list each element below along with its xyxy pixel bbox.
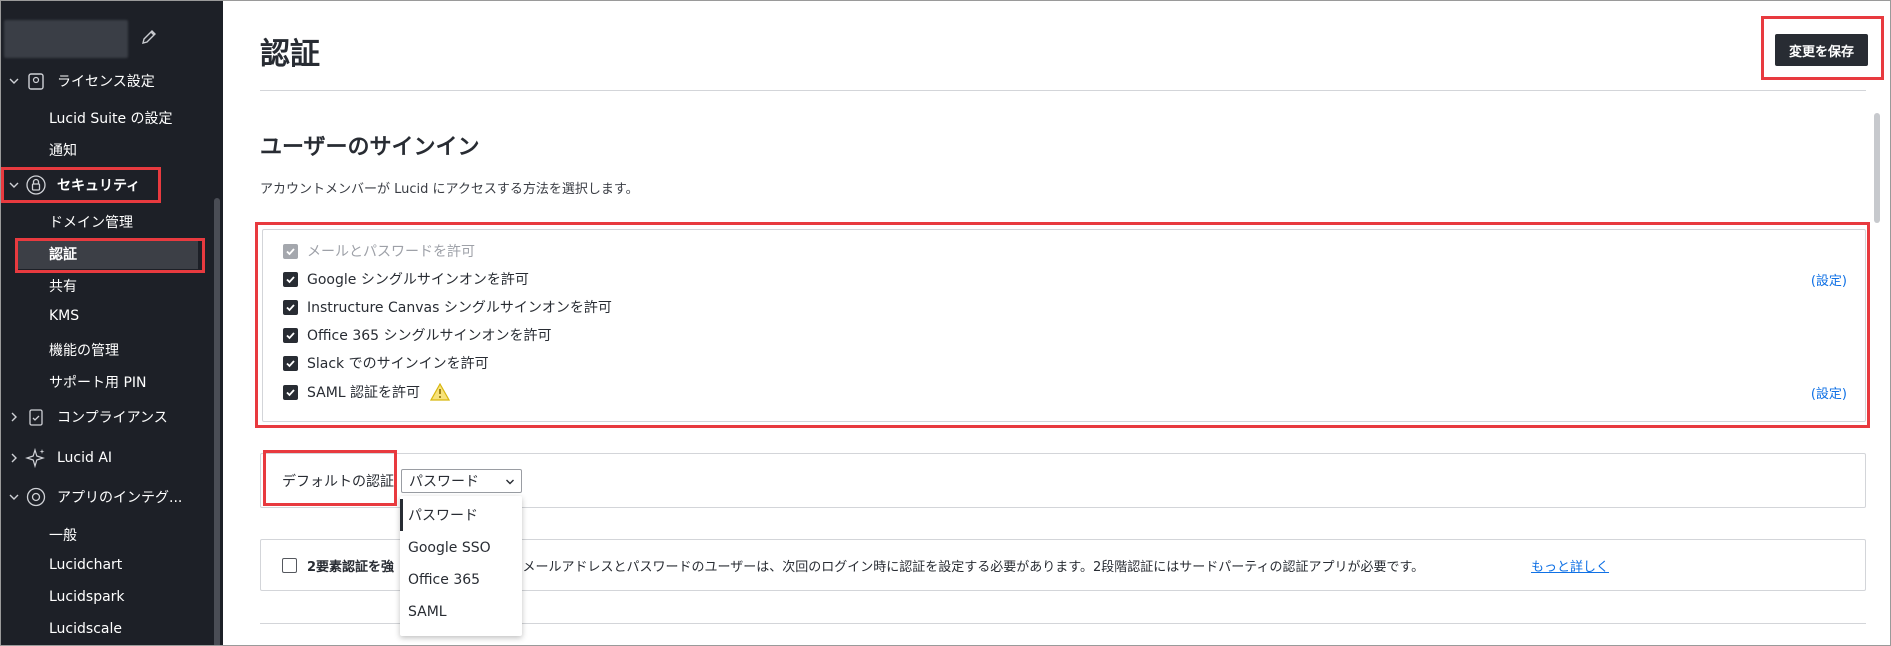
chevron-down-icon (9, 494, 19, 500)
sidebar-item-lucidscale[interactable]: Lucidscale (49, 621, 122, 637)
option-email-password: メールとパスワードを許可 (283, 240, 475, 262)
default-auth-label: デフォルトの認証 (282, 474, 394, 490)
sidebar-section-app-integrations[interactable]: アプリのインテグ... (1, 483, 223, 511)
dropdown-option-password[interactable]: パスワード (400, 499, 522, 531)
two-factor-checkbox[interactable] (282, 558, 297, 573)
sidebar-item-lucid-suite-settings[interactable]: Lucid Suite の設定 (49, 108, 173, 128)
checkbox-checked[interactable] (283, 327, 298, 343)
checkbox-checked[interactable] (283, 271, 298, 287)
dropdown-option-google-sso[interactable]: Google SSO (400, 532, 522, 564)
pencil-edit-icon[interactable] (139, 27, 159, 47)
chevron-down-icon (9, 182, 19, 188)
checkbox-checked[interactable] (283, 384, 298, 400)
sparkle-icon (25, 447, 45, 469)
dropdown-option-office365[interactable]: Office 365 (400, 564, 522, 596)
sidebar-section-security[interactable]: セキュリティ (1, 171, 223, 199)
sidebar-item-support-pin[interactable]: サポート用 PIN (49, 372, 147, 392)
section-title: ユーザーのサインイン (260, 135, 480, 160)
sidebar-section-label: セキュリティ (57, 178, 141, 194)
two-factor-description: すると、メールアドレスとパスワードのユーザーは、次回のログイン時に認証を設定する… (471, 560, 1425, 575)
select-value: パスワード (409, 474, 479, 490)
checkbox-checked[interactable] (283, 299, 298, 315)
saml-settings-link[interactable]: (設定) (1811, 383, 1847, 402)
option-label: Instructure Canvas シングルサインオンを許可 (307, 300, 612, 316)
option-label: Slack でのサインインを許可 (307, 356, 489, 372)
option-google-sso[interactable]: Google シングルサインオンを許可 (283, 268, 529, 290)
admin-sidebar: ライセンス設定 Lucid Suite の設定 通知 セキュリティ ドメイン管理… (1, 1, 223, 645)
sidebar-section-lucid-ai[interactable]: Lucid AI (1, 444, 223, 472)
sidebar-item-lucidchart[interactable]: Lucidchart (49, 557, 122, 573)
chevron-right-icon (11, 453, 17, 463)
chevron-right-icon (11, 412, 17, 422)
option-office365-sso[interactable]: Office 365 シングルサインオンを許可 (283, 324, 552, 346)
dropdown-option-saml[interactable]: SAML (400, 596, 522, 628)
sidebar-section-label: アプリのインテグ... (57, 490, 183, 506)
integration-icon (26, 487, 46, 507)
divider (260, 90, 1866, 91)
clipboard-check-icon (29, 409, 43, 426)
two-factor-label: 2要素認証を強 (307, 560, 395, 575)
section-description: アカウントメンバーが Lucid にアクセスする方法を選択します。 (260, 182, 639, 197)
license-icon (28, 73, 44, 90)
sidebar-item-feature-management[interactable]: 機能の管理 (49, 340, 119, 360)
main-content: 認証 変更を保存 ユーザーのサインイン アカウントメンバーが Lucid にアク… (223, 1, 1890, 645)
sidebar-active-highlight (18, 241, 198, 269)
account-name-blurred[interactable] (4, 20, 128, 58)
learn-more-link[interactable]: もっと詳しく (1531, 556, 1609, 575)
option-label: メールとパスワードを許可 (307, 244, 475, 260)
option-label: Google シングルサインオンを許可 (307, 272, 529, 288)
checkbox-checked[interactable] (283, 355, 298, 371)
option-label: Office 365 シングルサインオンを許可 (307, 328, 552, 344)
sidebar-section-label: ライセンス設定 (57, 74, 155, 90)
sidebar-item-domain[interactable]: ドメイン管理 (49, 212, 133, 232)
chevron-down-icon (9, 78, 19, 84)
option-label: SAML 認証を許可 (307, 385, 421, 401)
sidebar-section-compliance[interactable]: コンプライアンス (1, 403, 223, 431)
sidebar-item-notifications[interactable]: 通知 (49, 140, 77, 160)
sidebar-scrollbar[interactable] (214, 198, 220, 645)
sidebar-item-kms[interactable]: KMS (49, 308, 79, 324)
sidebar-item-general[interactable]: 一般 (49, 525, 77, 545)
sidebar-section-license[interactable]: ライセンス設定 (1, 67, 223, 95)
signin-options-panel: メールとパスワードを許可 Google シングルサインオンを許可 (設定) In… (262, 229, 1866, 422)
sidebar-item-authentication[interactable]: 認証 (49, 244, 77, 264)
sidebar-item-sharing[interactable]: 共有 (49, 276, 77, 296)
option-canvas-sso[interactable]: Instructure Canvas シングルサインオンを許可 (283, 296, 612, 318)
warning-icon[interactable] (430, 383, 451, 401)
main-scrollbar[interactable] (1874, 113, 1880, 223)
lock-shield-icon (26, 175, 46, 195)
sidebar-section-label: コンプライアンス (57, 410, 168, 426)
default-auth-select[interactable]: パスワード (401, 469, 522, 493)
default-auth-dropdown-menu: パスワード Google SSO Office 365 SAML (400, 496, 522, 636)
page-title: 認証 (260, 37, 320, 72)
save-changes-button[interactable]: 変更を保存 (1775, 34, 1868, 66)
sidebar-section-label: Lucid AI (57, 450, 113, 466)
option-slack-signin[interactable]: Slack でのサインインを許可 (283, 352, 489, 374)
checkbox-checked-disabled (283, 243, 298, 259)
option-saml[interactable]: SAML 認証を許可 (283, 381, 451, 403)
sidebar-item-lucidspark[interactable]: Lucidspark (49, 589, 125, 605)
google-sso-settings-link[interactable]: (設定) (1811, 270, 1847, 289)
chevron-down-icon (506, 479, 514, 485)
